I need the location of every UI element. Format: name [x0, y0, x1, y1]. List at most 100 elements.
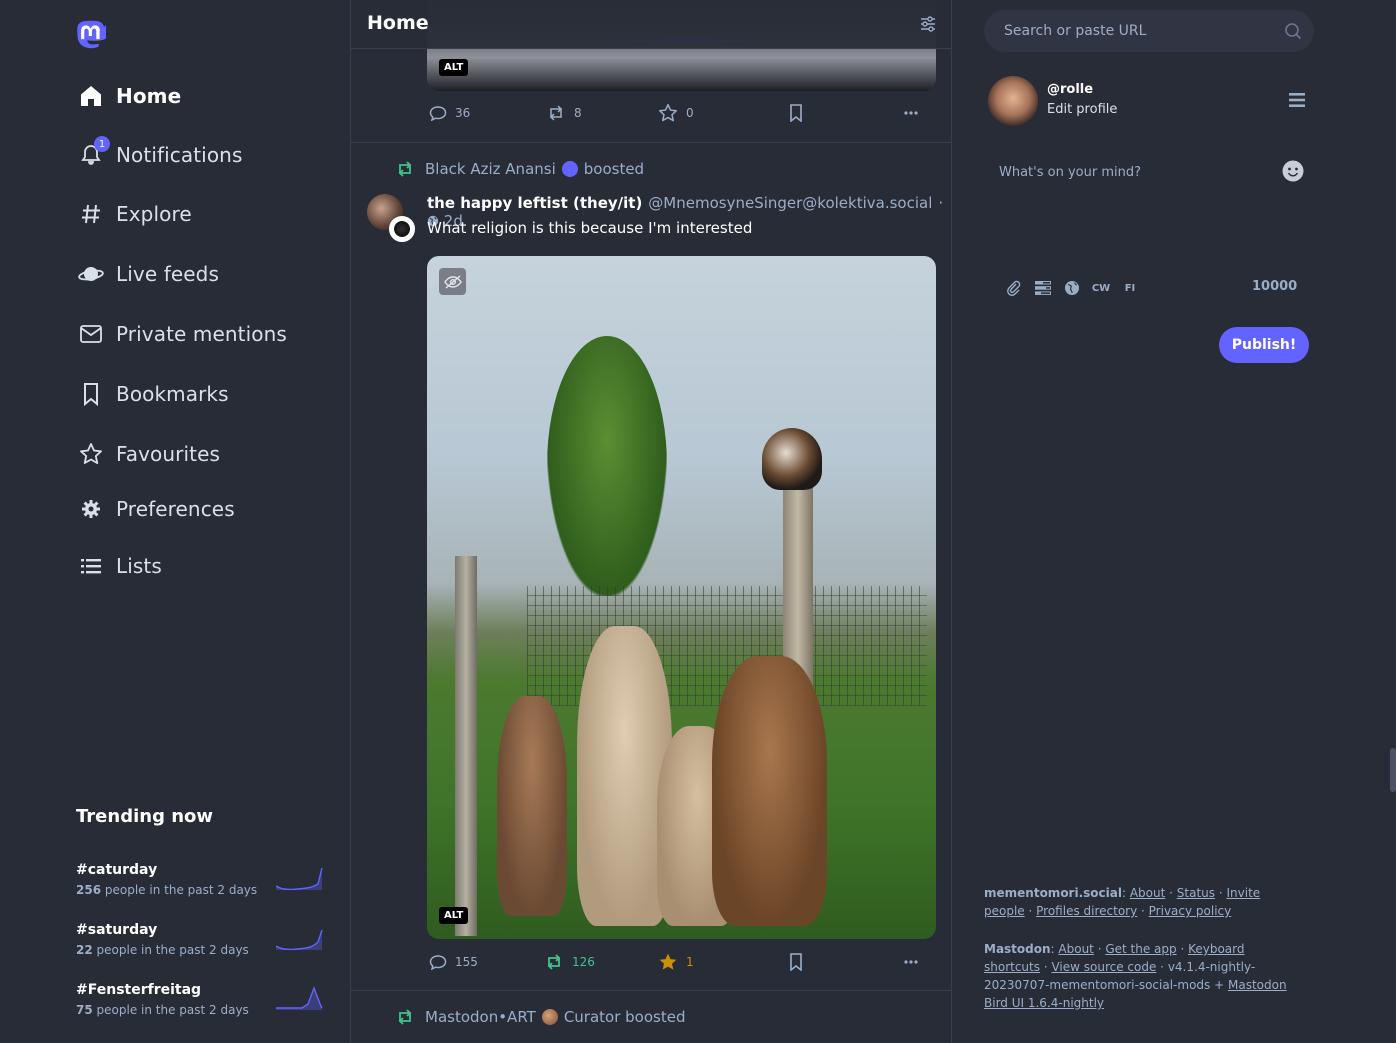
attachment-icon[interactable]: [1004, 278, 1024, 298]
media-cat: [762, 428, 822, 490]
content-warning-button[interactable]: CW: [1091, 278, 1111, 298]
trend-item-saturday[interactable]: #saturday 22 people in the past 2 days: [76, 922, 326, 968]
column-header: Home: [351, 0, 951, 49]
verified-badge-icon: [561, 161, 578, 177]
my-avatar[interactable]: [988, 76, 1038, 126]
media-tree: [547, 336, 667, 596]
trend-sparkline: [276, 867, 323, 890]
alt-badge[interactable]: ALT: [439, 907, 469, 924]
bell-icon: 1: [78, 136, 110, 168]
trend-item-fensterfreitag[interactable]: #Fensterfreitag 75 people in the past 2 …: [76, 982, 326, 1028]
reply-button[interactable]: 155: [429, 954, 478, 970]
eye-slash-icon: [443, 274, 462, 289]
list-icon: [78, 553, 104, 579]
mastodon-footer-links: Mastodon: About · Get the app · Keyboard…: [984, 942, 1287, 1010]
trend-count: 256: [76, 883, 102, 897]
search-input[interactable]: [1004, 10, 1274, 52]
favourite-button[interactable]: 1: [658, 952, 694, 972]
reply-icon: [429, 106, 447, 121]
nav-lists[interactable]: Lists: [78, 546, 162, 586]
reply-button[interactable]: 36: [429, 105, 470, 121]
boost-icon: [398, 1009, 412, 1025]
trend-sparkline: [276, 986, 323, 1010]
favourite-count: 1: [686, 955, 694, 969]
nav-label: Private mentions: [116, 322, 287, 346]
ellipsis-icon: [904, 960, 918, 964]
page-scrollbar[interactable]: [1390, 748, 1396, 792]
booster-avatar[interactable]: [389, 216, 415, 242]
reply-count: 155: [455, 955, 478, 969]
nav-label: Notifications: [116, 143, 243, 167]
nav-label: Explore: [116, 202, 192, 226]
booster-name[interactable]: Mastodon•ART: [425, 1008, 536, 1026]
column-title[interactable]: Home: [367, 12, 429, 34]
hamburger-menu-icon[interactable]: [1288, 92, 1306, 108]
star-filled-icon: [659, 953, 677, 970]
footer-about-link[interactable]: About: [1130, 886, 1165, 900]
server-name: mementomori.social: [984, 886, 1122, 900]
separator: ·: [938, 194, 944, 212]
footer-status-link[interactable]: Status: [1177, 886, 1215, 900]
booster-name[interactable]: Black Aziz Anansi: [425, 160, 556, 178]
post-media-image[interactable]: ALT: [427, 256, 936, 939]
trend-item-caturday[interactable]: #caturday 256 people in the past 2 days: [76, 862, 326, 908]
boost-prepend: Mastodon•ART Curator boosted: [395, 1006, 685, 1028]
footer-profiles-directory-link[interactable]: Profiles directory: [1036, 904, 1137, 918]
my-account-handle[interactable]: @rolle: [1047, 82, 1093, 97]
edit-profile-link[interactable]: Edit profile: [1047, 102, 1117, 117]
nav-live-feeds[interactable]: Live feeds: [78, 254, 219, 294]
reply-icon: [429, 955, 447, 970]
compose-toolbar: CW FI: [1004, 277, 1149, 299]
mail-icon: [78, 321, 104, 347]
nav-notifications[interactable]: 1 Notifications: [78, 135, 242, 175]
nav-favourites[interactable]: Favourites: [78, 434, 220, 474]
media-fencepost: [455, 556, 477, 936]
boost-icon: [547, 954, 561, 970]
bookmark-button[interactable]: [789, 104, 803, 122]
nav-preferences[interactable]: Preferences: [78, 489, 235, 529]
more-button[interactable]: [904, 959, 918, 965]
footer-mastodon-about-link[interactable]: About: [1058, 942, 1093, 956]
visibility-globe-icon[interactable]: [1062, 278, 1082, 298]
bookmark-button[interactable]: [789, 953, 803, 971]
boost-button[interactable]: 126: [544, 954, 595, 970]
display-name[interactable]: the happy leftist (they/it): [427, 194, 642, 212]
home-column: Home ALT 36 8 0 Black Aziz Anansi booste…: [350, 0, 952, 1043]
compose-textarea[interactable]: [984, 150, 1314, 260]
footer-source-code-link[interactable]: View source code: [1051, 960, 1156, 974]
trend-count: 22: [76, 943, 93, 957]
boosted-label: Curator boosted: [563, 1008, 686, 1026]
search-icon[interactable]: [1284, 22, 1302, 40]
hashtag-icon: [78, 201, 104, 227]
boost-count: 8: [574, 106, 582, 120]
nav-private-mentions[interactable]: Private mentions: [78, 314, 287, 354]
footer-privacy-policy-link[interactable]: Privacy policy: [1149, 904, 1232, 918]
trend-suffix: people in the past 2 days: [104, 883, 258, 897]
boost-prepend: Black Aziz Anansi boosted: [395, 158, 644, 180]
search-box: [984, 10, 1314, 52]
nav-explore[interactable]: Explore: [78, 194, 192, 234]
column-settings-icon[interactable]: [919, 15, 937, 33]
nav-label: Live feeds: [116, 262, 219, 286]
account-handle[interactable]: @MnemosyneSinger@kolektiva.social: [648, 194, 932, 212]
palette-emoji-icon: [541, 1009, 558, 1025]
server-footer-links: mementomori.social: About · Status · Inv…: [984, 886, 1261, 918]
footer-get-app-link[interactable]: Get the app: [1105, 942, 1176, 956]
emoji-picker-icon[interactable]: [1282, 160, 1304, 182]
nav-bookmarks[interactable]: Bookmarks: [78, 374, 229, 414]
compose-panel: @rolle Edit profile CW FI 10000 Publish!…: [952, 0, 1396, 1043]
bookmark-icon: [790, 104, 802, 122]
language-button[interactable]: FI: [1120, 278, 1140, 298]
poll-icon[interactable]: [1033, 278, 1053, 298]
mastodon-logo-icon[interactable]: [76, 20, 106, 51]
trend-suffix: people in the past 2 days: [96, 1003, 249, 1017]
nav-label: Home: [116, 84, 182, 108]
hide-media-toggle[interactable]: [439, 268, 466, 295]
alt-badge[interactable]: ALT: [439, 59, 469, 76]
publish-button[interactable]: Publish!: [1219, 327, 1309, 363]
status-content: What religion is this because I'm intere…: [427, 219, 753, 237]
more-button[interactable]: [904, 110, 918, 116]
nav-home[interactable]: Home: [78, 76, 181, 116]
favourite-button[interactable]: 0: [658, 103, 694, 123]
boost-button[interactable]: 8: [546, 105, 582, 121]
